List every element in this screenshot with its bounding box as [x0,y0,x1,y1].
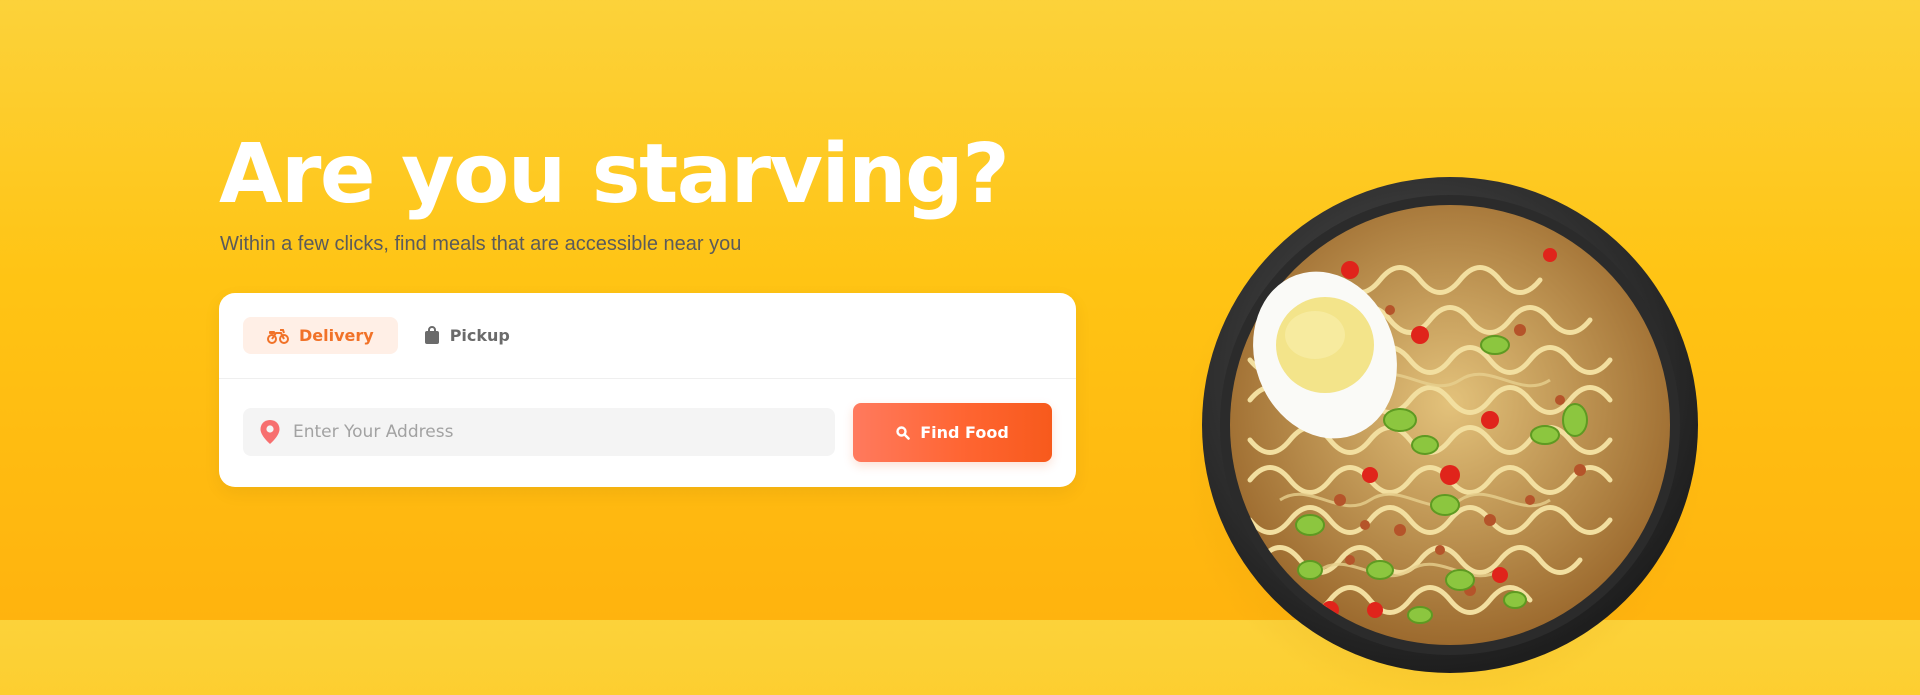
tab-pickup[interactable]: Pickup [408,317,534,354]
tab-delivery[interactable]: Delivery [243,317,398,354]
order-type-tabs: Delivery Pickup [243,317,534,354]
tab-delivery-label: Delivery [299,326,374,345]
food-image [1175,170,1710,695]
address-input[interactable] [291,407,835,457]
address-field[interactable] [243,407,835,457]
find-food-label: Find Food [920,423,1009,442]
tab-pickup-label: Pickup [449,326,510,345]
hero-title: Are you starving? [219,127,1010,222]
search-card: Delivery Pickup Enter Your Address Find … [219,293,1076,487]
search-icon [896,425,911,440]
find-food-button[interactable]: Find Food [853,403,1052,462]
location-pin-icon [260,420,280,444]
motorcycle-icon [267,328,289,344]
shopping-bag-icon [424,326,440,345]
card-divider [219,378,1076,379]
hero-subtitle: Within a few clicks, find meals that are… [220,233,742,255]
